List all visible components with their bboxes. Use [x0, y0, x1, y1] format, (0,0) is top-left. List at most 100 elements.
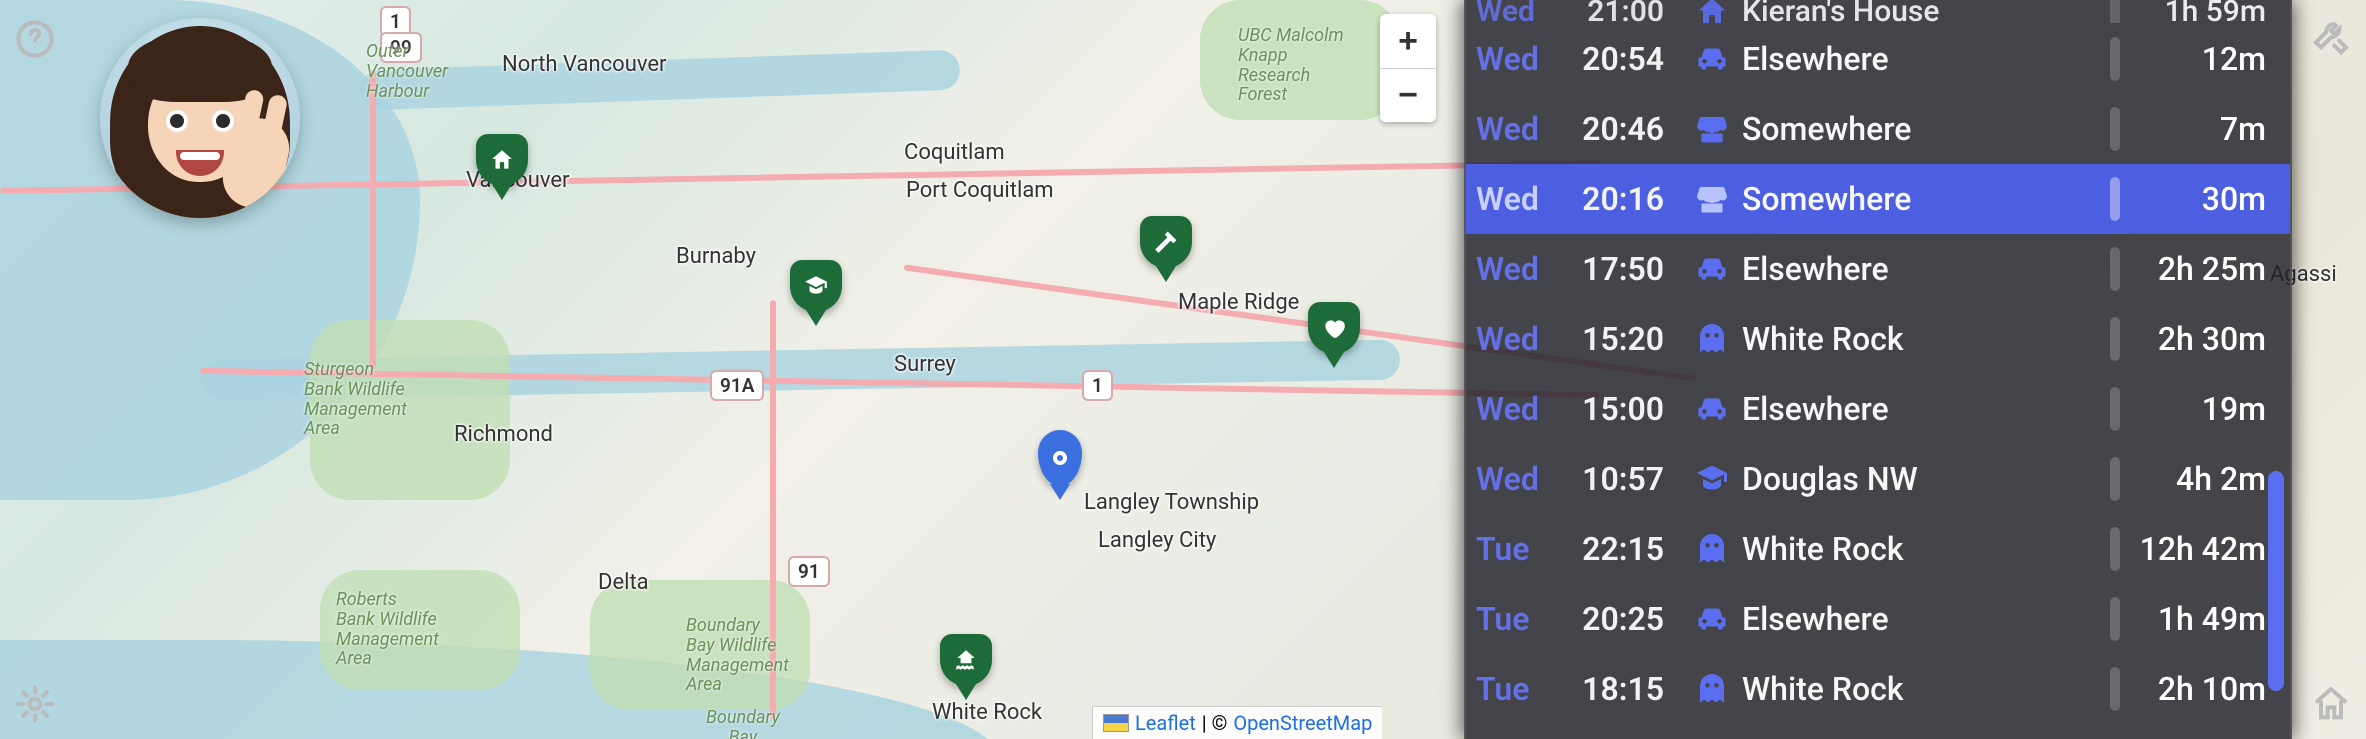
duration-badge — [2110, 457, 2120, 501]
zoom-out-button[interactable]: − — [1380, 68, 1436, 122]
city-label: Surrey — [894, 352, 956, 377]
city-label: Coquitlam — [904, 140, 1005, 165]
history-day: Wed — [1476, 40, 1562, 78]
history-place: Somewhere — [1742, 110, 2110, 148]
help-button[interactable] — [6, 10, 64, 68]
zoom-in-button[interactable]: + — [1380, 14, 1436, 68]
history-row[interactable]: Wed17:50Elsewhere2h 25m — [1466, 234, 2290, 304]
duration-badge — [2110, 527, 2120, 571]
history-time: 17:50 — [1562, 250, 1682, 288]
history-time: 20:16 — [1562, 180, 1682, 218]
scroll-thumb[interactable] — [2268, 471, 2284, 691]
ghost-icon — [1682, 671, 1742, 707]
history-row[interactable]: Wed20:46Somewhere7m — [1466, 94, 2290, 164]
history-row[interactable]: Tue18:15White Rock2h 10m — [1466, 654, 2290, 724]
store-icon — [1682, 181, 1742, 217]
car-icon — [1682, 601, 1742, 637]
hammer-icon — [1153, 229, 1179, 255]
highway-badge: 1 — [1082, 370, 1113, 401]
flag-icon — [1103, 714, 1129, 732]
city-label: White Rock — [932, 700, 1042, 725]
school-marker[interactable] — [790, 260, 842, 312]
heart-icon — [1321, 315, 1347, 341]
park-label: Boundary Bay Wildlife Management Area — [686, 616, 789, 695]
history-day: Wed — [1476, 460, 1562, 498]
history-duration: 12h 42m — [2126, 530, 2266, 568]
park-label: Roberts Bank Wildlife Management Area — [336, 590, 439, 669]
history-day: Tue — [1476, 670, 1562, 708]
work-marker[interactable] — [1140, 216, 1192, 268]
park-label: UBC Malcolm Knapp Research Forest — [1238, 26, 1344, 105]
history-row[interactable]: Wed20:54 Elsewhere 12m — [1466, 24, 2290, 94]
history-row[interactable]: Wed10:57Douglas NW4h 2m — [1466, 444, 2290, 514]
history-time: 22:15 — [1562, 530, 1682, 568]
settings-button[interactable] — [6, 675, 64, 733]
home-marker[interactable] — [476, 134, 528, 186]
flood-icon — [953, 647, 979, 673]
location-marker[interactable] — [1038, 430, 1082, 486]
car-icon — [1682, 391, 1742, 427]
history-panel: Wed21:00Kieran's House1h 59mWed20:54Else… — [1464, 0, 2292, 739]
history-duration: 1h 59m — [2126, 0, 2266, 24]
city-label: Langley City — [1098, 528, 1216, 553]
history-time: 15:00 — [1562, 390, 1682, 428]
history-day: Wed — [1476, 0, 1562, 24]
history-row[interactable]: Wed15:20White Rock2h 30m — [1466, 304, 2290, 374]
leaflet-link[interactable]: Leaflet — [1135, 711, 1196, 735]
history-time: 20:54 — [1562, 40, 1682, 78]
home-icon — [1682, 0, 1742, 24]
osm-link[interactable]: OpenStreetMap — [1233, 711, 1372, 735]
city-label: Langley Township — [1084, 490, 1259, 515]
panel-scrollbar[interactable] — [2268, 8, 2284, 731]
history-row[interactable]: Tue20:25Elsewhere1h 49m — [1466, 584, 2290, 654]
user-avatar[interactable] — [100, 18, 300, 218]
history-row[interactable]: Wed20:16 Somewhere 30m — [1466, 164, 2290, 234]
history-place: Elsewhere — [1742, 40, 2110, 78]
history-place: Elsewhere — [1742, 390, 2110, 428]
map-attribution: Leaflet | © OpenStreetMap — [1092, 706, 1382, 739]
history-row[interactable]: Tue22:15White Rock12h 42m — [1466, 514, 2290, 584]
car-icon — [1682, 251, 1742, 287]
history-time: 21:00 — [1562, 0, 1682, 24]
ghost-icon — [1682, 321, 1742, 357]
history-time: 10:57 — [1562, 460, 1682, 498]
history-duration: 1h 49m — [2126, 600, 2266, 638]
tools-button[interactable] — [2302, 10, 2360, 68]
history-duration: 12m — [2126, 40, 2266, 78]
history-row[interactable]: Wed21:00Kieran's House1h 59m — [1466, 0, 2290, 24]
history-day: Tue — [1476, 530, 1562, 568]
attribution-sep: | © — [1202, 711, 1228, 735]
duration-badge — [2110, 597, 2120, 641]
history-day: Wed — [1476, 180, 1562, 218]
history-day: Wed — [1476, 320, 1562, 358]
history-duration: 4h 2m — [2126, 460, 2266, 498]
history-place: White Rock — [1742, 320, 2110, 358]
history-row[interactable]: Wed15:00Elsewhere19m — [1466, 374, 2290, 444]
favorite-marker[interactable] — [1308, 302, 1360, 354]
flood-marker[interactable] — [940, 634, 992, 686]
history-place: Somewhere — [1742, 180, 2110, 218]
history-duration: 2h 30m — [2126, 320, 2266, 358]
home-button[interactable] — [2302, 675, 2360, 733]
city-label: Maple Ridge — [1178, 290, 1299, 315]
car-icon — [1682, 41, 1742, 77]
history-day: Wed — [1476, 250, 1562, 288]
home-icon — [489, 147, 515, 173]
city-label: Burnaby — [676, 244, 756, 269]
history-day: Wed — [1476, 390, 1562, 428]
duration-badge — [2110, 667, 2120, 711]
park-label: Outer Vancouver Harbour — [366, 42, 448, 101]
history-place: White Rock — [1742, 670, 2110, 708]
highway-badge: 91 — [788, 556, 830, 587]
history-time: 20:25 — [1562, 600, 1682, 638]
duration-badge — [2110, 317, 2120, 361]
duration-badge — [2110, 247, 2120, 291]
store-icon — [1682, 111, 1742, 147]
park-label: Boundary Bay — [706, 708, 780, 739]
pin-icon — [1053, 451, 1067, 465]
history-duration: 2h 10m — [2126, 670, 2266, 708]
duration-badge — [2110, 107, 2120, 151]
highway-badge: 91A — [710, 370, 764, 401]
history-duration: 30m — [2126, 180, 2266, 218]
history-place: Elsewhere — [1742, 600, 2110, 638]
